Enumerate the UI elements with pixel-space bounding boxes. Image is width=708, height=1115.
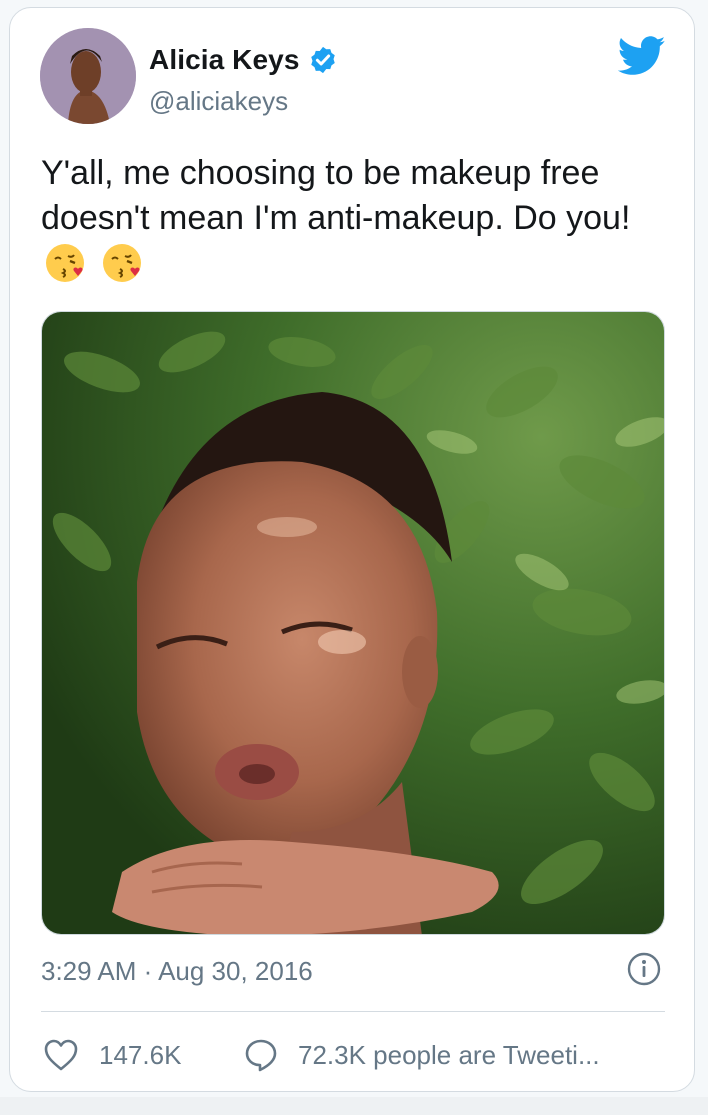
verified-badge-icon <box>308 45 338 75</box>
avatar[interactable] <box>40 28 136 124</box>
like-count: 147.6K <box>99 1039 182 1070</box>
like-button[interactable]: 147.6K <box>43 1038 181 1072</box>
author-name[interactable]: Alicia Keys <box>149 44 300 76</box>
tweet-text: Y'all, me choosing to be makeup free doe… <box>41 151 681 288</box>
tweet-body: Y'all, me choosing to be makeup free doe… <box>41 154 631 237</box>
twitter-bird-icon[interactable] <box>617 36 666 76</box>
heart-icon <box>44 1039 78 1071</box>
tweet-card[interactable]: Alicia Keys @aliciakeys Y'all, me choosi… <box>9 7 695 1092</box>
tweeting-link[interactable]: 72.3K people are Tweeti... <box>244 1038 600 1072</box>
tweet-timestamp[interactable]: 3:29 AM · Aug 30, 2016 <box>41 956 313 987</box>
face-throwing-a-kiss-emoji-icon <box>45 241 89 285</box>
tweet-photo[interactable] <box>41 311 665 935</box>
bottom-bar <box>0 1097 708 1115</box>
info-icon[interactable] <box>627 952 661 986</box>
divider <box>41 1011 665 1012</box>
tweeting-label: 72.3K people are Tweeti... <box>298 1039 600 1070</box>
author-name-row: Alicia Keys <box>149 44 338 76</box>
author-handle[interactable]: @aliciakeys <box>149 86 288 117</box>
face-throwing-a-kiss-emoji-icon <box>102 241 146 285</box>
speech-bubble-icon <box>245 1039 277 1072</box>
